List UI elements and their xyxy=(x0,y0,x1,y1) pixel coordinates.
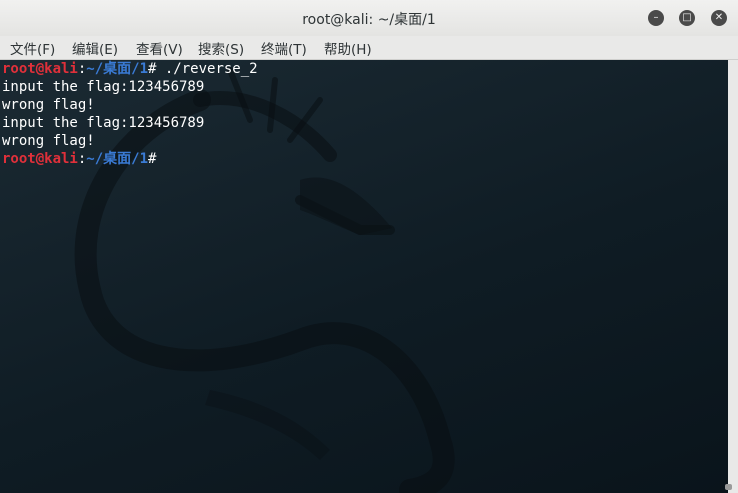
menu-bar: 文件(F) 编辑(E) 查看(V) 搜索(S) 终端(T) 帮助(H) xyxy=(0,36,738,60)
menu-terminal[interactable]: 终端(T) xyxy=(261,38,307,58)
title-bar[interactable]: root@kali: ~/桌面/1 – □ ✕ xyxy=(0,0,738,36)
terminal-prompt-line: root@kali:~/桌面/1# xyxy=(2,150,156,168)
menu-view[interactable]: 查看(V) xyxy=(136,38,183,58)
prompt-path: ~/桌面/1 xyxy=(86,61,149,77)
menu-file[interactable]: 文件(F) xyxy=(10,38,55,58)
minimize-button[interactable]: – xyxy=(648,10,664,26)
close-button[interactable]: ✕ xyxy=(711,10,727,26)
menu-edit[interactable]: 编辑(E) xyxy=(72,38,118,58)
prompt-user: root@kali xyxy=(2,61,78,77)
terminal-output-line: wrong flag! xyxy=(2,133,95,149)
prompt-symbol: # xyxy=(148,151,157,167)
terminal-area[interactable]: root@kali:~/桌面/1# ./reverse_2 input the … xyxy=(0,60,728,493)
terminal-window: root@kali: ~/桌面/1 – □ ✕ 文件(F) 编辑(E) 查看(V… xyxy=(0,0,738,493)
scrollbar-track[interactable] xyxy=(728,60,738,493)
prompt-user: root@kali xyxy=(2,151,78,167)
maximize-button[interactable]: □ xyxy=(679,10,695,26)
terminal-output-line: wrong flag! xyxy=(2,97,95,113)
terminal-output-line: input the flag:123456789 xyxy=(2,115,205,131)
terminal-prompt-line: root@kali:~/桌面/1# ./reverse_2 xyxy=(2,60,258,78)
menu-help[interactable]: 帮助(H) xyxy=(324,38,372,58)
scrollbar-thumb[interactable] xyxy=(725,484,732,490)
prompt-path: ~/桌面/1 xyxy=(86,151,149,167)
window-title: root@kali: ~/桌面/1 xyxy=(302,12,436,28)
command-text: ./reverse_2 xyxy=(156,61,258,77)
terminal-output-line: input the flag:123456789 xyxy=(2,79,205,95)
menu-search[interactable]: 搜索(S) xyxy=(198,38,244,58)
